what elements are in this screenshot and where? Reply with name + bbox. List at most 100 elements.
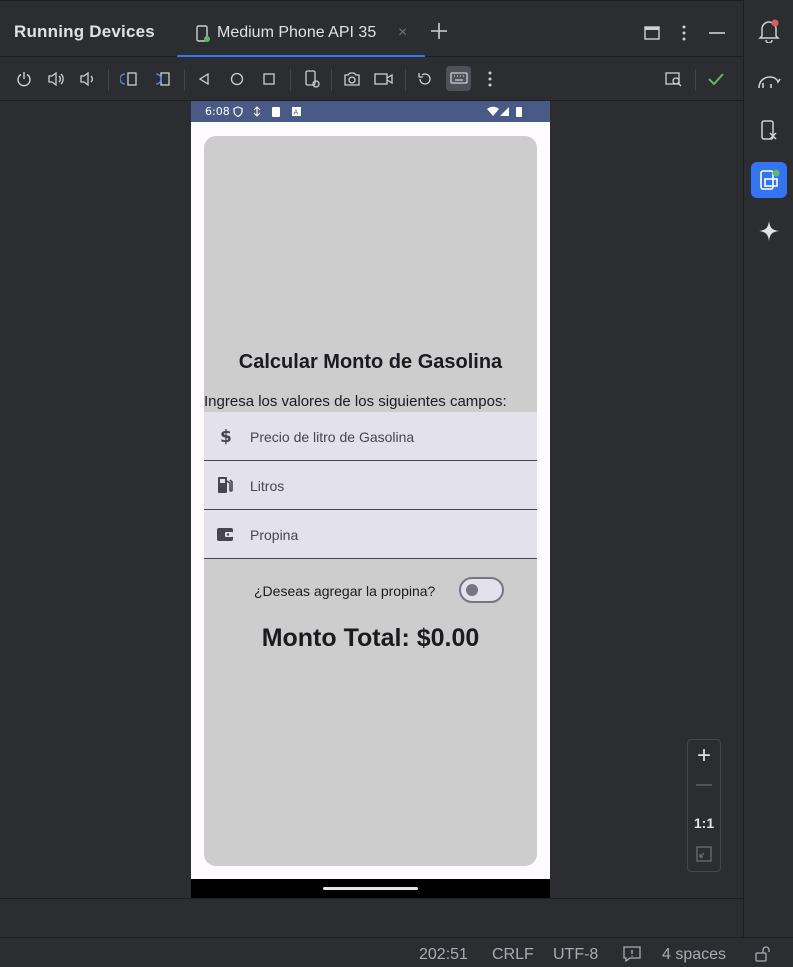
tip-switch-label: ¿Deseas agregar la propina? — [254, 583, 436, 599]
zoom-out-button[interactable]: — — [688, 776, 720, 794]
gas-station-icon — [218, 477, 233, 493]
phone-screen[interactable]: 6:08 A Calcular Monto de Gasolina Ingres… — [191, 101, 550, 898]
screen-record-button[interactable] — [373, 69, 395, 89]
volume-down-button[interactable] — [77, 69, 97, 89]
phone-status-bar: 6:08 A — [191, 101, 550, 122]
layout-inspector-button[interactable] — [663, 69, 685, 89]
gemini-button[interactable] — [756, 218, 782, 244]
bottom-panel-area — [0, 898, 743, 937]
notifications-button[interactable] — [756, 18, 782, 44]
liters-field[interactable]: Litros — [204, 461, 537, 510]
overview-button[interactable] — [259, 69, 279, 89]
more-options-button[interactable] — [480, 69, 500, 89]
inspect-screen-icon — [665, 72, 682, 87]
tip-field[interactable]: Propina — [204, 510, 537, 559]
video-camera-icon — [374, 73, 393, 85]
readonly-toggle[interactable] — [752, 945, 772, 963]
svg-text:$: $ — [220, 427, 232, 445]
field-label: Propina — [250, 527, 299, 543]
phone-navigation-bar — [191, 879, 550, 898]
toolbar-divider — [290, 69, 291, 91]
volume-up-icon — [48, 71, 64, 87]
switch-knob — [466, 584, 478, 596]
back-button[interactable] — [194, 69, 214, 89]
toolbar-divider — [108, 69, 109, 91]
field-label: Precio de litro de Gasolina — [250, 429, 415, 445]
minimize-button[interactable] — [706, 23, 728, 43]
zoom-actual-size-button[interactable]: 1:1 — [688, 815, 720, 831]
field-label: Litros — [250, 478, 285, 494]
unlock-icon — [755, 946, 770, 962]
more-vertical-icon — [488, 71, 492, 87]
minimize-icon — [709, 32, 725, 34]
feedback-button[interactable] — [622, 945, 642, 963]
app-content-card: Calcular Monto de Gasolina Ingresa los v… — [204, 136, 537, 866]
line-ending[interactable]: CRLF — [492, 946, 534, 964]
options-button[interactable] — [674, 23, 694, 43]
caret-position[interactable]: 202:51 — [419, 946, 468, 964]
zoom-in-button[interactable]: + — [688, 742, 720, 770]
device-manager-button[interactable] — [756, 118, 782, 144]
rotate-left-button[interactable] — [119, 69, 139, 89]
gesture-handle[interactable] — [323, 887, 418, 890]
undo-rotate-icon — [418, 73, 431, 85]
zoom-fit-button[interactable] — [688, 846, 720, 866]
zoom-controls: + — 1:1 — [687, 739, 721, 872]
window-mode-button[interactable] — [642, 23, 662, 43]
right-tool-window-bar — [743, 0, 793, 937]
status-notification-icons: A — [233, 106, 301, 117]
reset-button[interactable] — [415, 69, 435, 89]
device-settings-icon — [305, 70, 320, 88]
overview-square-icon — [263, 73, 275, 85]
wifi-signal-battery-icons — [487, 106, 522, 117]
status-time: 6:08 — [205, 105, 230, 118]
close-icon[interactable]: × — [398, 24, 407, 42]
screenshot-button[interactable] — [341, 69, 363, 89]
home-button[interactable] — [227, 69, 247, 89]
ide-status-bar: 202:51 CRLF UTF-8 4 spaces — [0, 937, 793, 967]
device-manager-icon — [761, 120, 777, 140]
tab-label: Medium Phone API 35 — [217, 24, 377, 41]
app-title: Calcular Monto de Gasolina — [238, 351, 503, 373]
device-toolbar — [0, 57, 743, 101]
toolbar-divider — [405, 69, 406, 91]
status-ok-indicator[interactable] — [706, 69, 726, 89]
price-per-liter-field[interactable]: $ Precio de litro de Gasolina — [204, 412, 537, 461]
file-encoding[interactable]: UTF-8 — [553, 946, 598, 964]
power-icon — [17, 72, 31, 87]
toolbar-divider — [695, 69, 696, 91]
running-devices-button[interactable] — [751, 162, 787, 198]
gradle-button[interactable] — [756, 68, 782, 94]
gradle-elephant-icon — [758, 76, 781, 89]
device-settings-button[interactable] — [302, 69, 322, 89]
tip-toggle-switch[interactable] — [459, 577, 504, 603]
app-subtitle: Ingresa los valores de los siguientes ca… — [204, 393, 507, 410]
android-studio-window: Running Devices Medium Phone API 35 × 6:… — [0, 0, 793, 967]
total-amount: Monto Total: $0.00 — [261, 624, 480, 652]
checkmark-icon — [708, 73, 724, 85]
power-button[interactable] — [14, 69, 34, 89]
device-icon — [196, 25, 210, 42]
volume-down-icon — [80, 71, 93, 87]
volume-up-button[interactable] — [46, 69, 66, 89]
toolbar-divider — [184, 69, 185, 91]
keyboard-input-toggle[interactable] — [446, 66, 471, 91]
running-devices-header: Running Devices Medium Phone API 35 × — [0, 0, 743, 58]
plus-icon — [431, 23, 447, 39]
indent-setting[interactable]: 4 spaces — [662, 946, 726, 964]
back-triangle-icon — [198, 73, 209, 85]
keyboard-icon — [449, 71, 468, 84]
running-devices-icon — [760, 169, 780, 190]
fit-screen-icon — [696, 846, 712, 862]
add-tab-button[interactable] — [427, 19, 451, 43]
bell-icon — [758, 19, 780, 43]
rotate-left-icon — [120, 72, 137, 86]
sparkle-icon — [759, 221, 779, 241]
more-vertical-icon — [682, 25, 686, 41]
camera-icon — [344, 72, 360, 86]
svg-text:A: A — [294, 109, 299, 117]
toolbar-divider — [331, 69, 332, 91]
panel-title: Running Devices — [14, 22, 155, 41]
rotate-right-button[interactable] — [152, 69, 172, 89]
tab-medium-phone[interactable]: Medium Phone API 35 × — [177, 9, 425, 58]
